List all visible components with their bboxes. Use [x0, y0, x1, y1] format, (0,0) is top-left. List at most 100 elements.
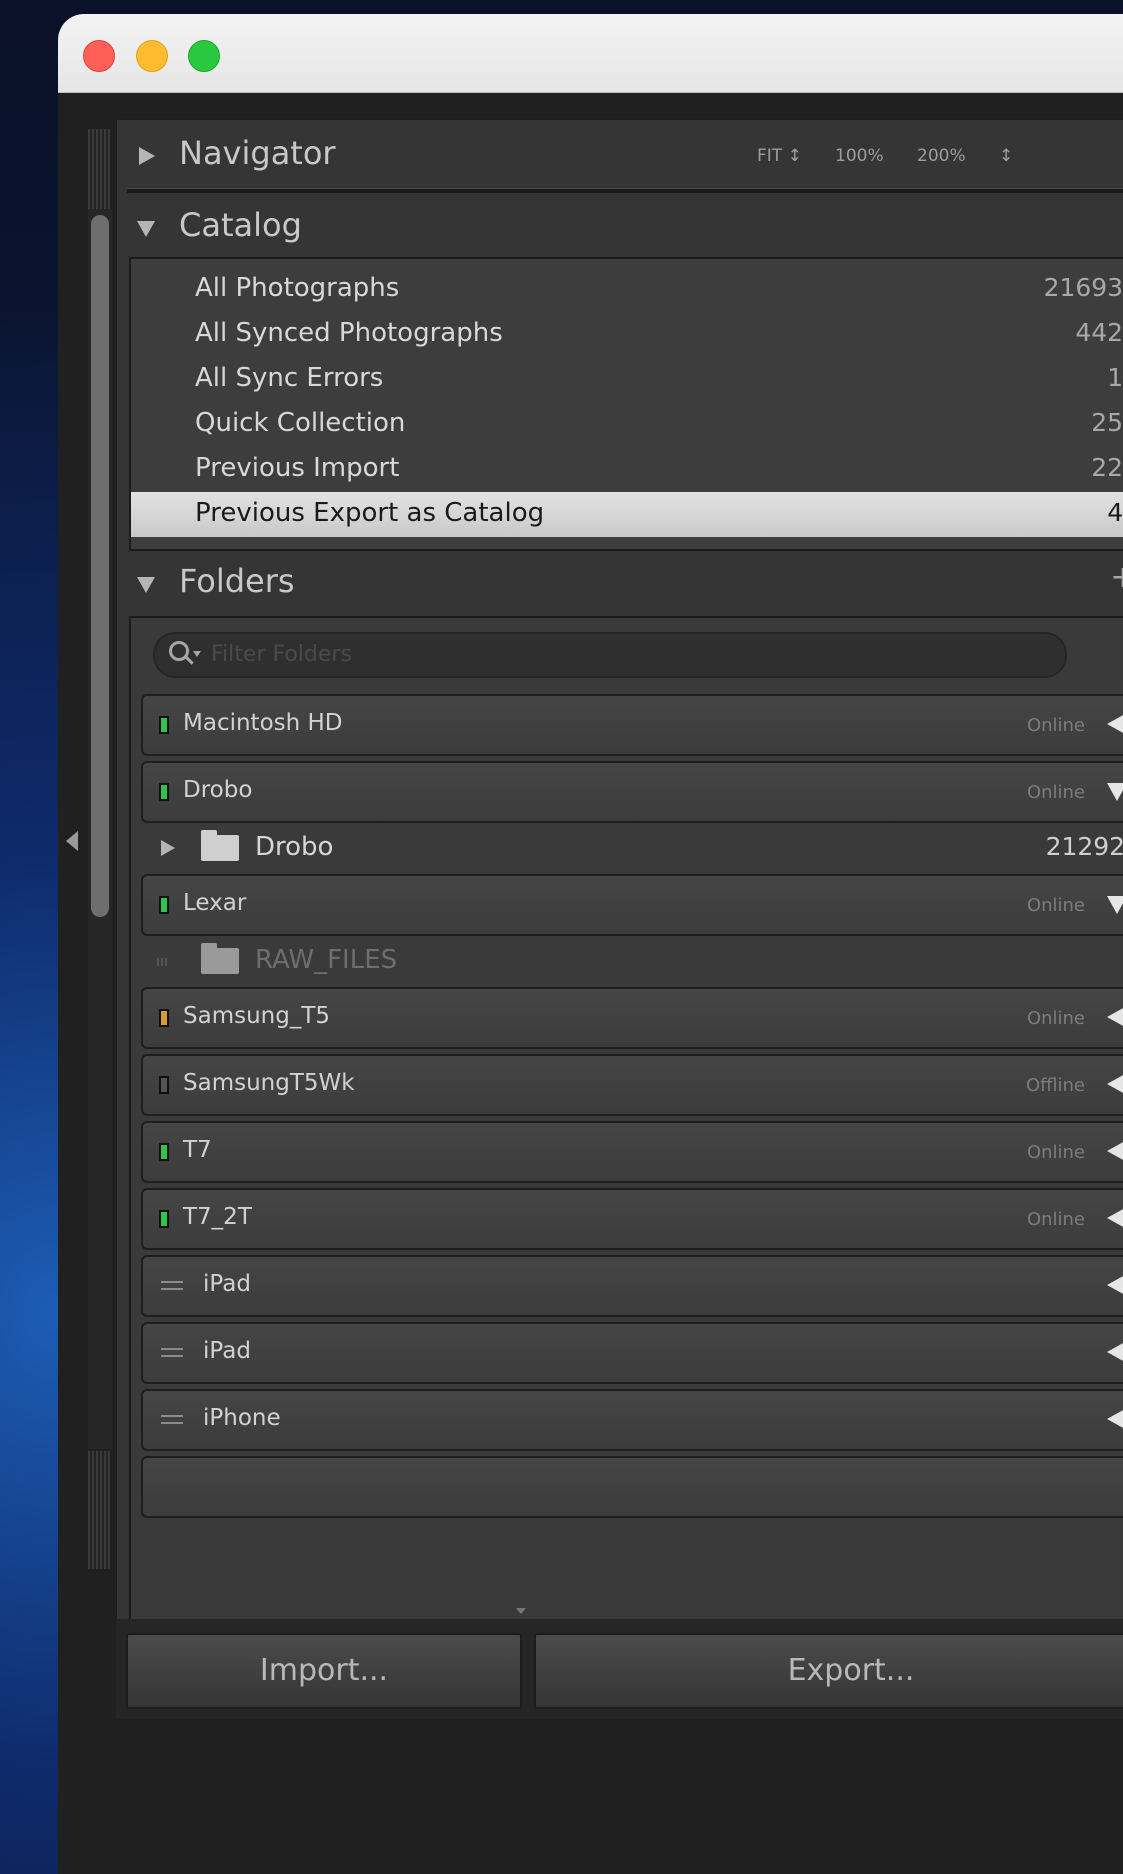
device-row[interactable]: iPhone: [141, 1389, 1123, 1451]
volume-row[interactable]: T7 Online: [141, 1121, 1123, 1183]
expand-left-triangle-icon[interactable]: [1107, 1007, 1123, 1027]
expand-left-triangle-icon[interactable]: [1107, 1409, 1123, 1429]
sync-arrows-icon: [161, 1409, 185, 1429]
lightroom-window: Navigator FIT ↕ 100% 200% ↕ Catalog All …: [58, 14, 1123, 1874]
filter-folders-search-field[interactable]: Filter Folders: [153, 632, 1067, 678]
zoom-100-option[interactable]: 100%: [835, 146, 884, 166]
catalog-item-label: All Photographs: [195, 273, 400, 303]
zoom-200-option[interactable]: 200%: [917, 146, 966, 166]
volume-name: Drobo: [183, 777, 253, 803]
collapse-triangle-icon[interactable]: [137, 577, 155, 593]
catalog-title: Catalog: [179, 206, 302, 244]
volume-row[interactable]: T7_2T Online: [141, 1188, 1123, 1250]
volume-name: Samsung_T5: [183, 1003, 331, 1029]
add-folder-plus-icon[interactable]: +.: [1110, 560, 1123, 595]
device-name: iPad: [203, 1271, 251, 1297]
panel-scrollbar-thumb[interactable]: [91, 215, 109, 917]
expand-left-triangle-icon[interactable]: [1107, 714, 1123, 734]
volume-status-indicator: [159, 896, 169, 914]
zoom-fit-option[interactable]: FIT ↕: [757, 146, 802, 166]
search-icon: [169, 641, 189, 661]
device-row[interactable]: iPad: [141, 1255, 1123, 1317]
volume-status-indicator: [159, 1076, 169, 1094]
catalog-item[interactable]: All Synced Photographs 4427: [131, 312, 1123, 357]
volume-status: Online: [1026, 1142, 1085, 1163]
folder-dots-icon: [157, 958, 169, 966]
folder-row[interactable]: RAW_FILES 0: [131, 933, 1123, 991]
sync-arrows-icon: [161, 1275, 185, 1295]
expand-left-triangle-icon[interactable]: [1107, 1074, 1123, 1094]
catalog-item-label: Quick Collection: [195, 408, 406, 438]
folders-title: Folders: [179, 562, 295, 600]
navigator-title: Navigator: [179, 134, 336, 172]
left-panel: Navigator FIT ↕ 100% 200% ↕ Catalog All …: [116, 119, 1123, 1624]
volume-status-indicator: [159, 1210, 169, 1228]
volume-row[interactable]: Drobo Online: [141, 761, 1123, 823]
expand-left-triangle-icon[interactable]: [1107, 1275, 1123, 1295]
volume-row[interactable]: Lexar Online: [141, 874, 1123, 936]
device-row[interactable]: iPad: [141, 1322, 1123, 1384]
folders-list: Filter Folders Macintosh HD Online Drobo…: [129, 616, 1123, 1624]
close-window-button[interactable]: [83, 40, 115, 72]
catalog-item-selected[interactable]: Previous Export as Catalog 47: [131, 492, 1123, 537]
volume-name: Lexar: [183, 890, 247, 916]
volume-status-indicator: [159, 716, 169, 734]
import-button[interactable]: Import...: [126, 1633, 522, 1709]
catalog-item-label: All Sync Errors: [195, 363, 384, 393]
folder-count: 212929: [1045, 832, 1123, 861]
catalog-header[interactable]: Catalog: [117, 192, 1123, 260]
expand-left-triangle-icon[interactable]: [1107, 1208, 1123, 1228]
folder-name: Drobo: [255, 832, 334, 862]
expand-left-triangle-icon[interactable]: [1107, 1141, 1123, 1161]
catalog-item-count: 216932: [1043, 273, 1123, 302]
volume-status-indicator: [159, 1143, 169, 1161]
folder-icon: [201, 830, 239, 861]
volume-status-indicator: [159, 783, 169, 801]
catalog-item-label: Previous Import: [195, 453, 400, 483]
catalog-item-label: All Synced Photographs: [195, 318, 503, 348]
catalog-item[interactable]: Quick Collection 254: [131, 402, 1123, 447]
zoom-window-button[interactable]: [188, 40, 220, 72]
panel-grip-bottom[interactable]: [88, 1451, 110, 1569]
volume-name: T7: [183, 1137, 212, 1163]
sync-arrows-icon: [161, 1342, 185, 1362]
catalog-item-count: 10: [1107, 363, 1123, 392]
device-name: iPad: [203, 1338, 251, 1364]
volume-status: Online: [1026, 895, 1085, 916]
folder-row[interactable]: Drobo 212929: [131, 820, 1123, 878]
volume-name: Macintosh HD: [183, 710, 343, 736]
panel-grip-top[interactable]: [88, 129, 110, 209]
catalog-item[interactable]: Previous Import 223: [131, 447, 1123, 492]
catalog-item-label: Previous Export as Catalog: [195, 498, 545, 528]
volume-row-partial[interactable]: [141, 1456, 1123, 1518]
title-bar: [58, 14, 1123, 93]
collapse-triangle-icon[interactable]: [137, 221, 155, 237]
collapse-down-triangle-icon[interactable]: [1107, 896, 1123, 914]
collapse-panel-arrow-icon[interactable]: [66, 831, 78, 851]
navigator-header[interactable]: Navigator FIT ↕ 100% 200% ↕: [117, 120, 1123, 188]
catalog-item-count: 4427: [1075, 318, 1123, 347]
catalog-item-count: 223: [1091, 453, 1123, 482]
minimize-window-button[interactable]: [136, 40, 168, 72]
volume-row[interactable]: SamsungT5Wk Offline: [141, 1054, 1123, 1116]
search-options-caret-icon[interactable]: [193, 651, 201, 657]
collapse-down-triangle-icon[interactable]: [1107, 783, 1123, 801]
volume-status-indicator: [159, 1009, 169, 1027]
folders-header[interactable]: Folders +.: [117, 548, 1123, 616]
panel-bottom-caret-icon[interactable]: [516, 1608, 526, 1614]
volume-status: Online: [1026, 782, 1085, 803]
volume-status: Online: [1026, 1209, 1085, 1230]
expand-left-triangle-icon[interactable]: [1107, 1342, 1123, 1362]
expand-triangle-icon[interactable]: [139, 147, 155, 165]
volume-name: SamsungT5Wk: [183, 1070, 355, 1096]
volume-row[interactable]: Samsung_T5 Online: [141, 987, 1123, 1049]
catalog-item-count: 47: [1107, 498, 1123, 527]
export-button[interactable]: Export...: [534, 1633, 1123, 1709]
catalog-item[interactable]: All Sync Errors 10: [131, 357, 1123, 402]
volume-status: Online: [1026, 715, 1085, 736]
catalog-item[interactable]: All Photographs 216932: [131, 267, 1123, 312]
expand-triangle-icon[interactable]: [161, 840, 175, 856]
zoom-more-option[interactable]: ↕: [999, 146, 1013, 166]
volume-status: Offline: [1025, 1075, 1085, 1096]
volume-row[interactable]: Macintosh HD Online: [141, 694, 1123, 756]
